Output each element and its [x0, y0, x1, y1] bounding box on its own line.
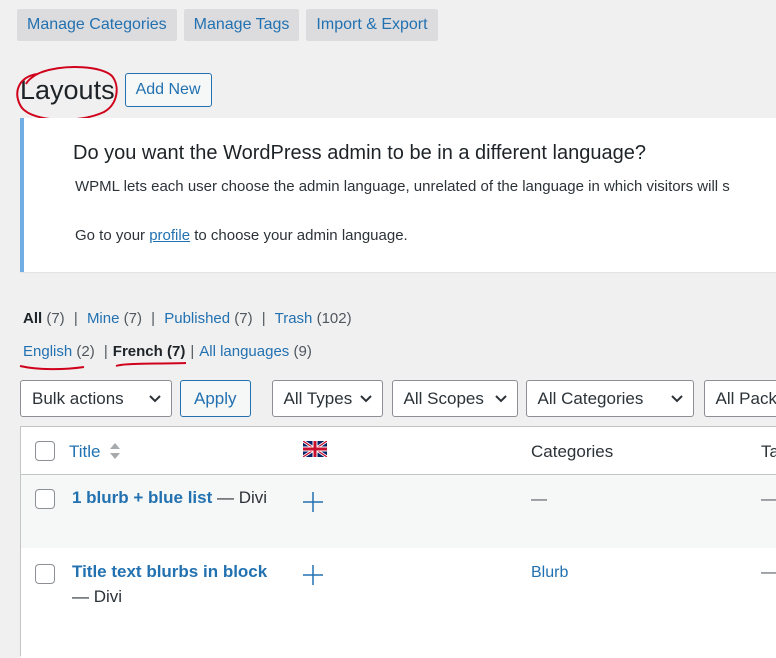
add-translation-icon[interactable]	[302, 564, 324, 586]
packs-label: All Packs	[715, 389, 776, 408]
layouts-table: Title Categories Ta 1 blurb + blue list …	[20, 426, 776, 658]
filter-all[interactable]: All	[23, 310, 42, 327]
scopes-label: All Scopes	[403, 389, 484, 408]
language-filters: English (2) | French (7) | All languages (9…	[23, 343, 312, 360]
page-title: Layouts	[20, 75, 115, 105]
filter-published[interactable]: Published	[164, 310, 230, 327]
import-export-tab[interactable]: Import & Export	[306, 9, 438, 41]
apply-button[interactable]: Apply	[180, 380, 251, 417]
filter-published-count: (7)	[234, 310, 253, 327]
filter-trash[interactable]: Trash	[275, 310, 313, 327]
language-all-count: (9)	[293, 343, 312, 360]
notice-profile-text: Go to your profile to choose your admin …	[75, 227, 408, 244]
separator: |	[261, 310, 266, 327]
row-theme: — Divi	[212, 488, 268, 507]
types-select[interactable]: All Types	[271, 380, 383, 417]
select-all-checkbox[interactable]	[35, 441, 55, 461]
language-french-count: (7)	[166, 343, 186, 360]
filter-mine[interactable]: Mine	[87, 310, 120, 327]
notice-prefix: Go to your	[75, 227, 150, 244]
row-checkbox[interactable]	[35, 489, 55, 509]
row-category[interactable]: Blurb	[531, 564, 568, 582]
notice-suffix: to choose your admin language.	[190, 227, 408, 244]
heading-row: Layouts Add New	[20, 72, 212, 108]
row-title-link[interactable]: 1 blurb + blue list	[72, 488, 212, 507]
top-tabs: Manage Categories Manage Tags Import & E…	[17, 9, 438, 41]
add-new-button[interactable]: Add New	[124, 73, 212, 107]
separator: |	[190, 343, 195, 360]
status-filters: All (7) | Mine (7) | Published (7) | Tra…	[23, 310, 352, 327]
row-tag: —	[761, 564, 776, 581]
types-label: All Types	[283, 389, 353, 408]
title-column-header[interactable]: Title	[69, 442, 101, 462]
bulk-actions-label: Bulk actions	[32, 389, 124, 408]
filter-all-count: (7)	[46, 310, 65, 327]
profile-link[interactable]: profile	[149, 227, 190, 244]
french-annotation-underline	[115, 362, 187, 367]
chevron-down-icon	[149, 395, 161, 403]
packs-select[interactable]: All Packs	[703, 380, 776, 417]
chevron-down-icon	[359, 395, 372, 403]
row-checkbox[interactable]	[35, 564, 55, 584]
tags-column-header: Ta	[761, 442, 776, 461]
language-english[interactable]: English	[23, 343, 72, 360]
manage-tags-tab[interactable]: Manage Tags	[183, 9, 300, 41]
row-title: 1 blurb + blue list — Divi	[72, 485, 267, 510]
categories-select[interactable]: All Categories	[525, 380, 694, 417]
row-tag: —	[761, 491, 776, 508]
table-row: Title text blurbs in block — Divi Blurb …	[21, 548, 776, 658]
manage-categories-tab[interactable]: Manage Categories	[17, 9, 177, 41]
scopes-select[interactable]: All Scopes	[391, 380, 518, 417]
filter-bar: Bulk actions Apply All Types All Scopes …	[20, 380, 776, 417]
separator: |	[73, 310, 78, 327]
language-english-count: (2)	[76, 343, 95, 360]
sort-icon[interactable]	[109, 441, 121, 461]
separator: |	[103, 343, 108, 360]
add-translation-icon[interactable]	[302, 491, 324, 513]
language-french[interactable]: French	[113, 343, 163, 360]
table-row: 1 blurb + blue list — Divi — —	[21, 475, 776, 548]
categories-label: All Categories	[537, 389, 644, 408]
notice-heading: Do you want the WordPress admin to be in…	[73, 142, 646, 164]
separator: |	[151, 310, 156, 327]
filter-mine-count: (7)	[123, 310, 142, 327]
bulk-actions-select[interactable]: Bulk actions	[20, 380, 172, 417]
chevron-down-icon	[494, 395, 507, 403]
language-all[interactable]: All languages	[199, 343, 289, 360]
row-category: —	[531, 491, 547, 508]
row-title-link[interactable]: Title text blurbs in block	[72, 562, 267, 581]
table-header: Title Categories Ta	[21, 427, 776, 475]
uk-flag-icon	[303, 441, 327, 457]
notice-text: WPML lets each user choose the admin lan…	[75, 178, 730, 195]
row-title: Title text blurbs in block — Divi	[72, 559, 267, 609]
english-annotation-underline	[19, 365, 85, 371]
language-notice: Do you want the WordPress admin to be in…	[20, 118, 776, 272]
filter-trash-count: (102)	[316, 310, 352, 327]
row-theme: — Divi	[72, 587, 123, 606]
chevron-down-icon	[670, 395, 683, 403]
categories-column-header: Categories	[531, 442, 614, 461]
